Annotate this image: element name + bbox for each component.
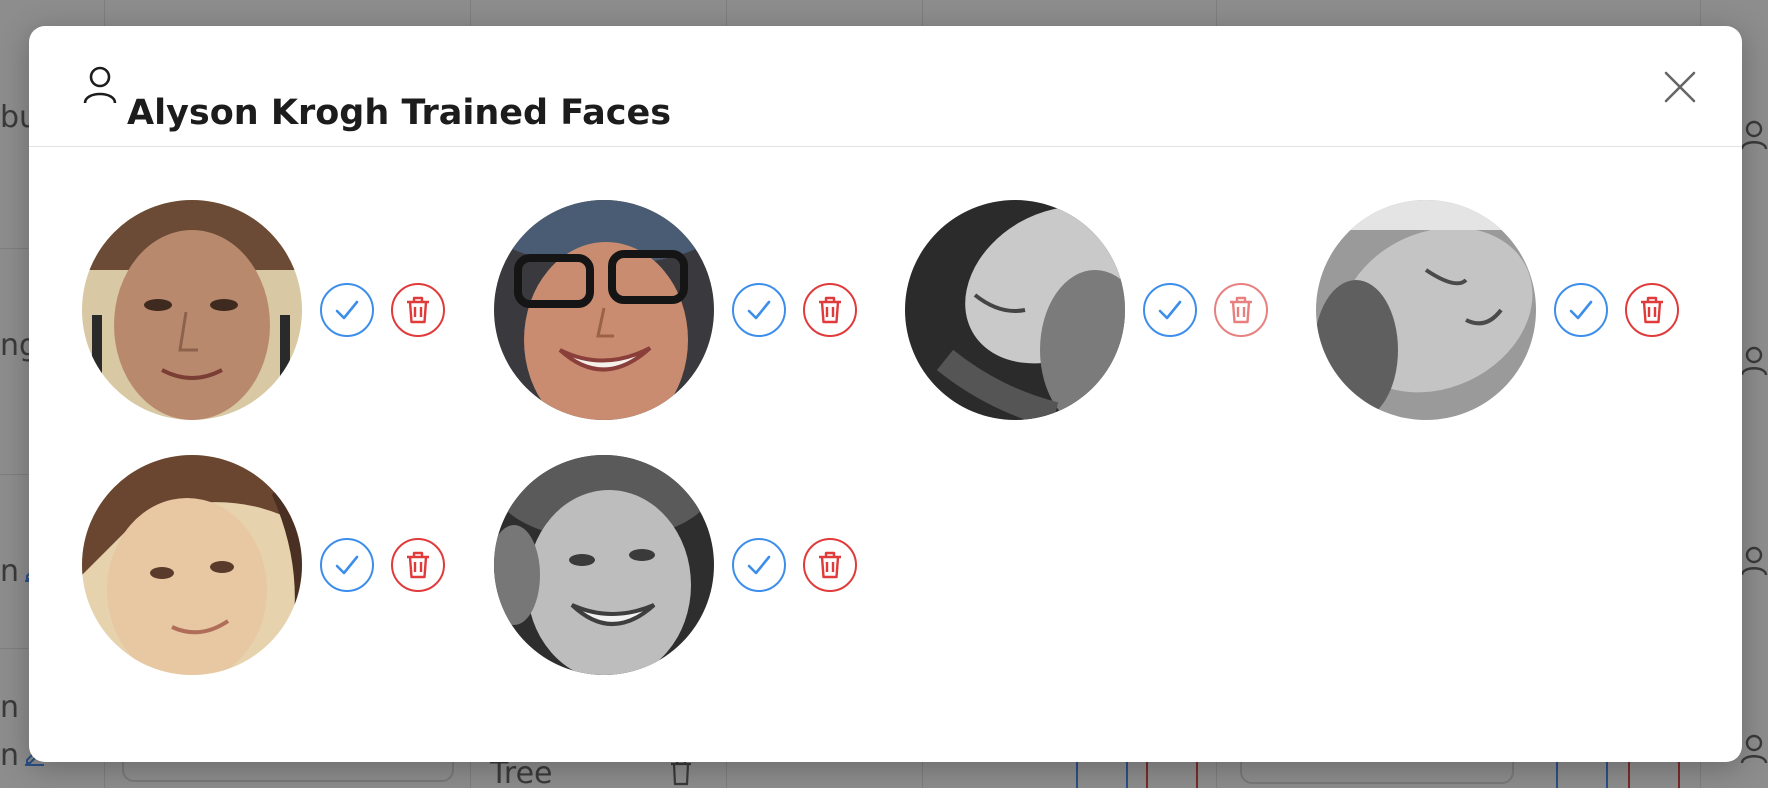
check-icon xyxy=(1158,300,1182,320)
trash-icon xyxy=(819,551,841,579)
remove-face-button[interactable] xyxy=(803,283,857,337)
confirm-face-button[interactable] xyxy=(320,538,374,592)
remove-face-button[interactable] xyxy=(1214,283,1268,337)
dialog-title: Alyson Krogh Trained Faces xyxy=(127,93,672,134)
face-thumbnail xyxy=(905,200,1125,420)
dialog-header: Alyson Krogh Trained Faces xyxy=(29,26,1742,147)
background-input xyxy=(1240,760,1514,784)
remove-face-button[interactable] xyxy=(1625,283,1679,337)
check-icon xyxy=(747,300,771,320)
confirm-face-button[interactable] xyxy=(1143,283,1197,337)
user-icon xyxy=(1740,734,1768,764)
face-thumbnail xyxy=(1316,200,1536,420)
user-icon xyxy=(83,66,117,104)
check-icon xyxy=(335,555,359,575)
background-text: n xyxy=(0,738,20,773)
face-card xyxy=(494,455,894,675)
close-icon[interactable] xyxy=(1663,70,1697,104)
trash-icon xyxy=(1641,296,1663,324)
trash-icon xyxy=(407,551,429,579)
face-card xyxy=(82,200,482,420)
confirm-face-button[interactable] xyxy=(732,283,786,337)
remove-face-button[interactable] xyxy=(391,538,445,592)
user-icon xyxy=(1740,346,1768,376)
trash-icon xyxy=(819,296,841,324)
trash-icon xyxy=(1230,296,1252,324)
face-thumbnail xyxy=(82,200,302,420)
background-row-divider xyxy=(0,648,28,649)
face-card xyxy=(1316,200,1716,420)
face-card xyxy=(82,455,482,675)
background-text: n xyxy=(0,554,20,589)
face-card xyxy=(905,200,1305,420)
face-thumbnail xyxy=(82,455,302,675)
trained-faces-dialog: Alyson Krogh Trained Faces xyxy=(29,26,1742,762)
background-text: n xyxy=(0,690,20,725)
trash-icon xyxy=(407,296,429,324)
confirm-face-button[interactable] xyxy=(732,538,786,592)
check-icon xyxy=(747,555,771,575)
confirm-face-button[interactable] xyxy=(1554,283,1608,337)
confirm-face-button[interactable] xyxy=(320,283,374,337)
remove-face-button[interactable] xyxy=(803,538,857,592)
check-icon xyxy=(335,300,359,320)
face-thumbnail xyxy=(494,455,714,675)
user-icon xyxy=(1740,546,1768,576)
trash-icon xyxy=(671,759,691,786)
user-icon xyxy=(1740,120,1768,150)
background-row-divider xyxy=(0,248,28,249)
check-icon xyxy=(1569,300,1593,320)
face-card xyxy=(494,200,894,420)
remove-face-button[interactable] xyxy=(391,283,445,337)
background-row-divider xyxy=(0,474,28,475)
face-thumbnail xyxy=(494,200,714,420)
